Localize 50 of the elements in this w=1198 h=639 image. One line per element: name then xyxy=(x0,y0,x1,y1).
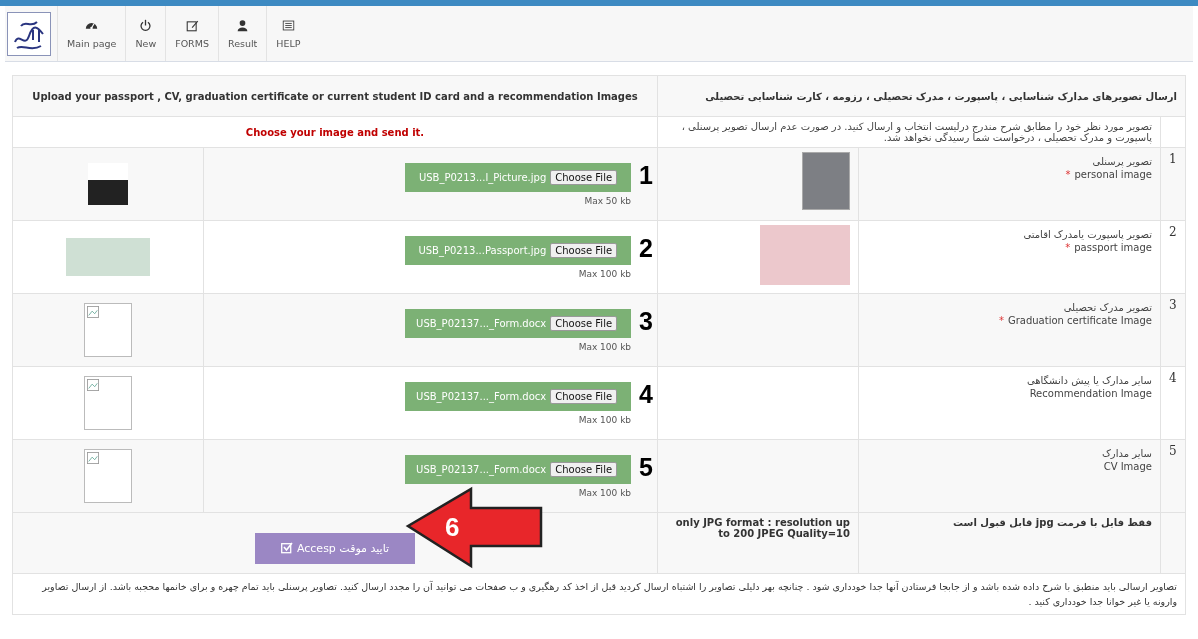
annotation-number: 1 xyxy=(639,162,653,188)
file-upload-field[interactable]: USB_P02137..._Form.docx Choose File xyxy=(405,454,632,484)
format-note: only JPG format : resolution up to 200 JPEG Quality=10 xyxy=(675,517,850,539)
sample-photo-placeholder xyxy=(802,152,850,210)
notice-text: تصاویر ارسالی باید منطبق با شرح داده شده باشد و از جابجا فرستادن آنها جدا خودداری شود . چنانچه بهر دلیلی تصاویر را اشتباه ارسال کردید قبل از اخذ کد رهگیری و ب صفحات می توانید آن را مجدد ارسال کنید. تصاویر پرسنلی باید تمام چهره و برای خانمها محجبه باشد. از ارسال تصاویر وارونه یا غیر خوانا جدا خودداری کنید . xyxy=(41,580,1177,610)
size-limit-text: Max 100 kb xyxy=(578,268,632,279)
broken-image-icon xyxy=(87,306,99,318)
field-label: personal image xyxy=(1074,169,1152,180)
row-number: 5 xyxy=(1169,444,1177,458)
annotation-number: 3 xyxy=(639,308,653,334)
annotation-number: 2 xyxy=(639,235,653,261)
file-upload-field[interactable]: USB_P02137..._Form.docx Choose File xyxy=(405,308,632,338)
field-label: passport image xyxy=(1074,242,1152,253)
field-label: تصویر پرسنلی xyxy=(1092,156,1152,167)
row-number: 4 xyxy=(1169,371,1177,385)
checkbox-icon xyxy=(280,542,293,554)
edit-icon xyxy=(185,18,199,32)
annotation-number: 5 xyxy=(639,454,653,480)
broken-image-icon xyxy=(87,379,99,391)
size-limit-text: Max 50 kb xyxy=(584,195,632,206)
instruction-text: تصویر مورد نظر خود را مطابق شرح مندرج درلیست انتخاب و ارسال کنید. در صورت عدم ارسال تصویر پرسنلی ، پاسپورت و مدرک تحصیلی ، درخواست شما رسیدگی نخواهد شد. xyxy=(681,121,1152,143)
annotation-number: 4 xyxy=(639,381,653,407)
row-number: 3 xyxy=(1169,298,1177,312)
field-label: سایر مدارک xyxy=(1101,448,1152,459)
field-label: سایر مدارک یا پیش دانشگاهی xyxy=(1026,375,1152,386)
file-upload-field[interactable]: USB_P02137..._Form.docx Choose File xyxy=(405,381,632,411)
table-heading: Upload your passport , CV, graduation certificate or current student ID card and a recommendation Images xyxy=(32,90,638,102)
table-heading: ارسال تصویرهای مدارک شناسایی ، پاسپورت ، مدرک تحصیلی ، رزومه ، کارت شناسایی تحصیلی xyxy=(705,90,1177,102)
field-label: Graduation certificate Image xyxy=(1007,315,1152,326)
size-limit-text: Max 100 kb xyxy=(578,341,632,352)
user-icon xyxy=(236,18,250,32)
row-number: 2 xyxy=(1169,225,1177,239)
file-upload-field[interactable]: USB_P0213...Passport.jpg Choose File xyxy=(405,235,632,265)
field-label: تصویر پاسپورت یامدرک اقامتی xyxy=(1023,229,1152,240)
format-note: فقط فایل با فرمت jpg قابل قبول است xyxy=(952,517,1152,528)
list-icon xyxy=(281,18,295,32)
required-mark: * xyxy=(998,315,1004,326)
file-upload-field[interactable]: USB_P0213...l_Picture.jpg Choose File xyxy=(405,162,632,192)
field-label: تصویر مدرک تحصیلی xyxy=(1063,302,1152,313)
annotation-number: 6 xyxy=(445,512,460,542)
power-icon xyxy=(139,18,153,32)
row-number: 1 xyxy=(1169,152,1177,166)
instruction-text: Choose your image and send it. xyxy=(245,126,425,138)
size-limit-text: Max 100 kb xyxy=(578,414,632,425)
size-limit-text: Max 100 kb xyxy=(578,487,632,498)
required-mark: * xyxy=(1065,169,1071,180)
field-label: CV Image xyxy=(1103,461,1152,472)
field-label: Recommendation Image xyxy=(1029,388,1152,399)
broken-image-icon xyxy=(87,452,99,464)
required-mark: * xyxy=(1065,242,1071,253)
